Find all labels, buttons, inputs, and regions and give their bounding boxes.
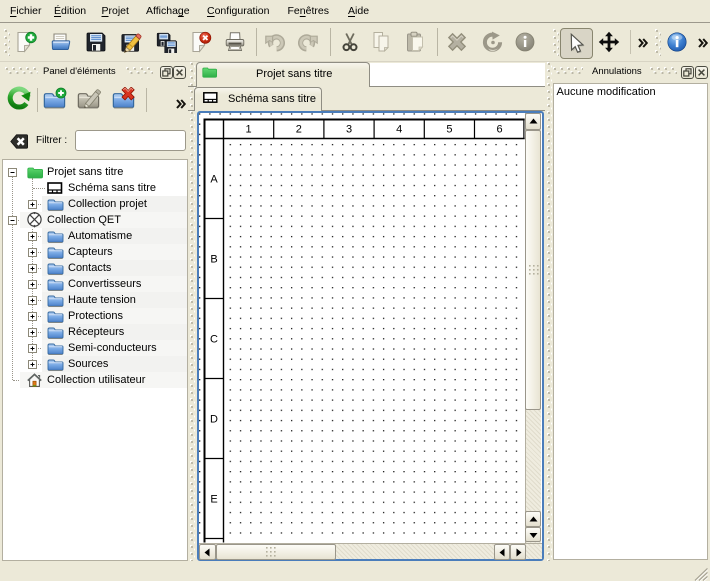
svg-text:A: A bbox=[210, 174, 218, 186]
svg-text:2: 2 bbox=[296, 124, 302, 136]
svg-text:3: 3 bbox=[346, 124, 352, 136]
svg-text:C: C bbox=[210, 333, 218, 345]
svg-text:D: D bbox=[210, 413, 218, 425]
svg-text:E: E bbox=[210, 493, 217, 505]
svg-text:4: 4 bbox=[396, 124, 402, 136]
svg-text:6: 6 bbox=[497, 124, 503, 136]
svg-text:1: 1 bbox=[246, 124, 252, 136]
svg-text:5: 5 bbox=[446, 124, 452, 136]
svg-text:B: B bbox=[210, 254, 217, 266]
